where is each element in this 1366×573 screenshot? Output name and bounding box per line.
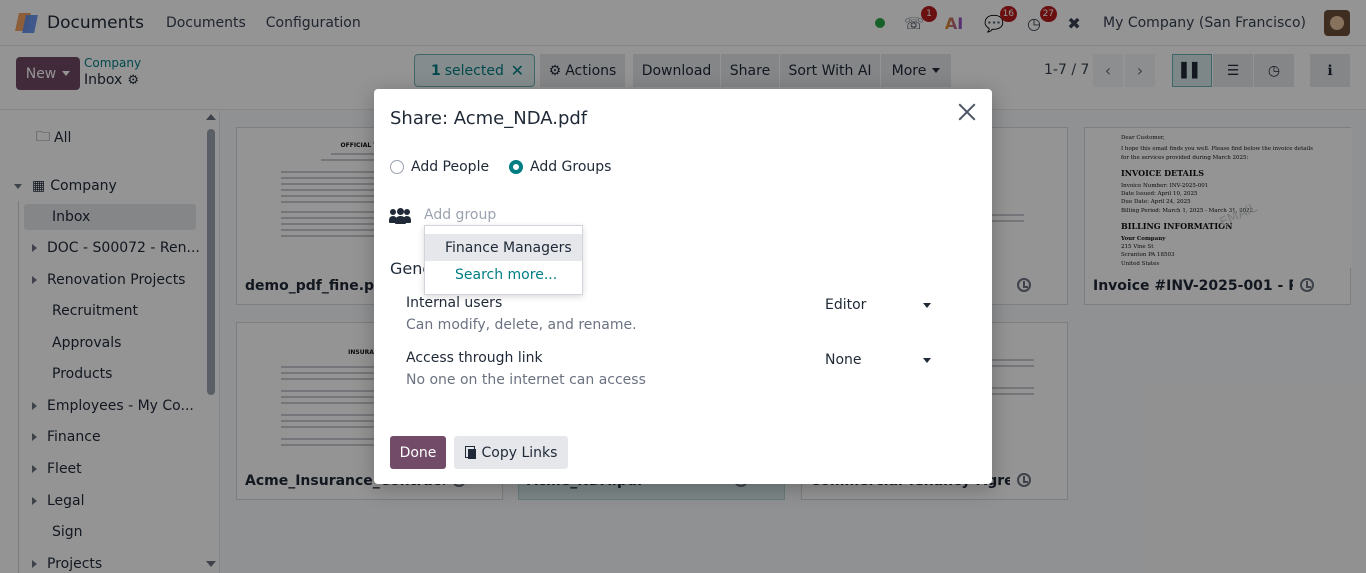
group-autocomplete-dropdown: Finance Managers Search more... (424, 225, 583, 295)
add-group-input[interactable]: Add group (424, 207, 496, 223)
radio-unchecked-icon[interactable] (390, 160, 404, 174)
internal-users-permission-select[interactable]: Editor (825, 297, 931, 313)
access-link-label: Access through link (406, 350, 543, 366)
close-icon[interactable] (956, 101, 978, 123)
link-permission-select[interactable]: None (825, 352, 931, 368)
select-value: Editor (825, 297, 867, 313)
caret-down-icon (923, 302, 931, 308)
done-button[interactable]: Done (390, 436, 446, 469)
dropdown-option-finance-managers[interactable]: Finance Managers (425, 234, 582, 261)
caret-down-icon (923, 357, 931, 363)
dropdown-search-more[interactable]: Search more... (425, 261, 582, 288)
access-internal-users-label: Internal users (406, 295, 503, 311)
access-internal-users-desc: Can modify, delete, and rename. (406, 317, 637, 333)
radio-label: Add Groups (530, 159, 612, 175)
access-link-desc: No one on the internet can access (406, 372, 646, 388)
radio-label: Add People (411, 159, 490, 175)
radio-add-groups[interactable]: Add Groups (509, 159, 611, 175)
select-value: None (825, 352, 862, 368)
dialog-title: Share: Acme_NDA.pdf (390, 108, 588, 129)
copy-links-button[interactable]: Copy Links (454, 436, 568, 469)
radio-checked-icon[interactable] (509, 160, 523, 174)
copy-links-label: Copy Links (481, 444, 558, 461)
users-group-icon (389, 208, 411, 224)
radio-add-people[interactable]: Add People (390, 159, 489, 175)
copy-icon (464, 446, 477, 459)
